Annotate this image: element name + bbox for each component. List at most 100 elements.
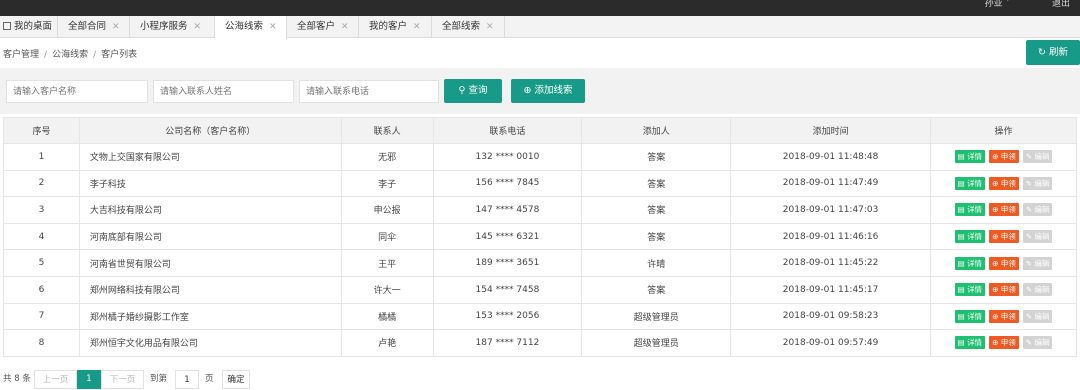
close-icon[interactable]: ✕ (341, 22, 349, 32)
detail-label: 详情 (967, 152, 983, 162)
logout-link[interactable]: 退出 (1052, 0, 1070, 9)
column-header: 联系电话 (432, 117, 583, 144)
contact-cell: 李子 (340, 169, 434, 198)
table-row: 2 李子科技 李子 156 **** 7845 答案 2018-09-01 11:47:4… (3, 169, 1077, 198)
detail-button[interactable]: ▤ 详情 (954, 150, 986, 164)
apply-button[interactable]: ⊕ 申领 (989, 336, 1019, 350)
tab-mini-program[interactable]: 小程序服务 ✕ (130, 16, 215, 38)
close-icon[interactable]: ✕ (413, 22, 421, 32)
company-name-cell: 文物上交国家有限公司 (78, 143, 342, 171)
row-index: 1 (3, 143, 80, 171)
created-time-cell: 2018-09-01 11:45:17 (730, 275, 931, 304)
close-icon[interactable]: ✕ (269, 22, 277, 32)
tab-all-contracts[interactable]: 全部合同 ✕ (58, 16, 130, 38)
apply-button[interactable]: ⊕ 申领 (989, 176, 1019, 190)
tab-public-leads[interactable]: 公海线索 ✕ (215, 16, 287, 39)
tab-label: 全部客户 (297, 21, 336, 32)
column-header: 操作 (930, 117, 1077, 144)
tab-all-customers[interactable]: 全部客户 ✕ (287, 16, 359, 38)
breadcrumb: 客户管理 / 公海线索 / 客户列表 (3, 50, 138, 60)
created-time-cell: 2018-09-01 09:58:23 (730, 302, 931, 331)
apply-label: 申领 (1000, 232, 1016, 242)
company-name-cell: 河南省世贸有限公司 (78, 249, 342, 277)
detail-button[interactable]: ▤ 详情 (954, 283, 986, 297)
edit-button[interactable]: ✎ 编辑 (1022, 203, 1053, 217)
close-icon[interactable]: ✕ (486, 22, 494, 32)
page-number-input[interactable]: 1 (175, 370, 199, 389)
tab-label: 全部线索 (442, 21, 481, 32)
edit-button[interactable]: ✎ 编辑 (1022, 309, 1053, 323)
apply-button[interactable]: ⊕ 申领 (989, 203, 1019, 217)
edit-button[interactable]: ✎ 编辑 (1022, 176, 1053, 190)
breadcrumb-item[interactable]: 公海线索 (52, 50, 88, 60)
user-menu[interactable]: 孙亚 ˇ (985, 0, 1010, 9)
tab-bar: 我的桌面 全部合同 ✕ 小程序服务 ✕ 公海线索 ✕ 全部客户 ✕ 我的客户 ✕ 全部线索… (0, 16, 1080, 39)
filter-bar: ⚲ 查询 ⊕ 添加线索 (0, 68, 1080, 114)
refresh-button[interactable]: ↻ 刷新 (1026, 40, 1080, 65)
edit-label: 编辑 (1034, 338, 1050, 348)
created-time-cell: 2018-09-01 11:45:22 (730, 249, 931, 277)
phone-cell: 132 **** 0010 (432, 143, 583, 171)
table-row: 4 河南底部有限公司 同伞 145 **** 6321 答案 2018-09-01 11:… (3, 222, 1077, 251)
close-icon[interactable]: ✕ (112, 22, 120, 32)
tab-all-leads[interactable]: 全部线索 ✕ (432, 16, 505, 38)
detail-button[interactable]: ▤ 详情 (954, 230, 986, 244)
contact-cell: 许大一 (340, 275, 434, 304)
apply-button[interactable]: ⊕ 申领 (989, 256, 1019, 270)
page-unit-label: 页 (205, 374, 214, 384)
edit-button[interactable]: ✎ 编辑 (1022, 256, 1053, 270)
close-icon[interactable]: ✕ (194, 22, 202, 32)
creator-cell: 答案 (581, 196, 732, 224)
detail-button[interactable]: ▤ 详情 (954, 256, 986, 270)
contact-name-input[interactable] (153, 80, 294, 103)
table-row: 3 大吉科技有限公司 申公报 147 **** 4578 答案 2018-09-01 11… (3, 196, 1077, 224)
company-name-input[interactable] (6, 80, 148, 103)
edit-label: 编辑 (1034, 232, 1050, 242)
add-lead-button[interactable]: ⊕ 添加线索 (511, 79, 585, 103)
detail-button[interactable]: ▤ 详情 (954, 203, 986, 217)
row-index: 6 (3, 275, 80, 304)
actions-cell: ▤ 详情 ⊕ 申领 ✎ 编辑 (930, 143, 1077, 171)
detail-icon: ▤ (957, 232, 968, 242)
detail-label: 详情 (967, 258, 983, 268)
apply-icon: ⊕ (992, 311, 1001, 321)
next-page-button[interactable]: 下一页 (101, 370, 144, 389)
home-icon (3, 22, 11, 30)
tab-dashboard[interactable]: 我的桌面 (0, 16, 58, 38)
apply-icon: ⊕ (992, 338, 1001, 348)
breadcrumb-item[interactable]: 客户管理 (3, 50, 39, 60)
detail-button[interactable]: ▤ 详情 (954, 176, 986, 190)
detail-button[interactable]: ▤ 详情 (954, 336, 986, 350)
apply-button[interactable]: ⊕ 申领 (989, 283, 1019, 297)
detail-button[interactable]: ▤ 详情 (954, 309, 986, 323)
detail-label: 详情 (967, 205, 983, 215)
search-button[interactable]: ⚲ 查询 (444, 79, 502, 103)
apply-icon: ⊕ (992, 152, 1001, 162)
top-bar: 孙亚 ˇ 退出 (0, 0, 1080, 16)
confirm-button[interactable]: 确定 (222, 370, 250, 389)
apply-button[interactable]: ⊕ 申领 (989, 230, 1019, 244)
apply-button[interactable]: ⊕ 申领 (989, 150, 1019, 164)
prev-page-button[interactable]: 上一页 (34, 370, 77, 389)
edit-button[interactable]: ✎ 编辑 (1022, 336, 1053, 350)
actions-cell: ▤ 详情 ⊕ 申领 ✎ 编辑 (930, 222, 1077, 251)
goto-label: 到第 (150, 374, 168, 384)
detail-icon: ▤ (957, 338, 968, 348)
column-header: 添加时间 (730, 117, 931, 144)
created-time-cell: 2018-09-01 11:48:48 (730, 143, 931, 171)
edit-button[interactable]: ✎ 编辑 (1022, 150, 1053, 164)
column-header: 公司名称（客户名称） (78, 117, 342, 144)
table-row: 6 郑州网络科技有限公司 许大一 154 **** 7458 答案 2018-09-01 … (3, 275, 1077, 304)
edit-label: 编辑 (1034, 152, 1050, 162)
created-time-cell: 2018-09-01 11:47:49 (730, 169, 931, 198)
edit-button[interactable]: ✎ 编辑 (1022, 230, 1053, 244)
row-index: 5 (3, 249, 80, 277)
current-page[interactable]: 1 (77, 370, 101, 389)
edit-label: 编辑 (1034, 205, 1050, 215)
tab-my-customers[interactable]: 我的客户 ✕ (359, 16, 432, 38)
row-index: 2 (3, 169, 80, 198)
apply-button[interactable]: ⊕ 申领 (989, 309, 1019, 323)
detail-icon: ▤ (957, 285, 968, 295)
phone-input[interactable] (299, 80, 439, 103)
edit-button[interactable]: ✎ 编辑 (1022, 283, 1053, 297)
